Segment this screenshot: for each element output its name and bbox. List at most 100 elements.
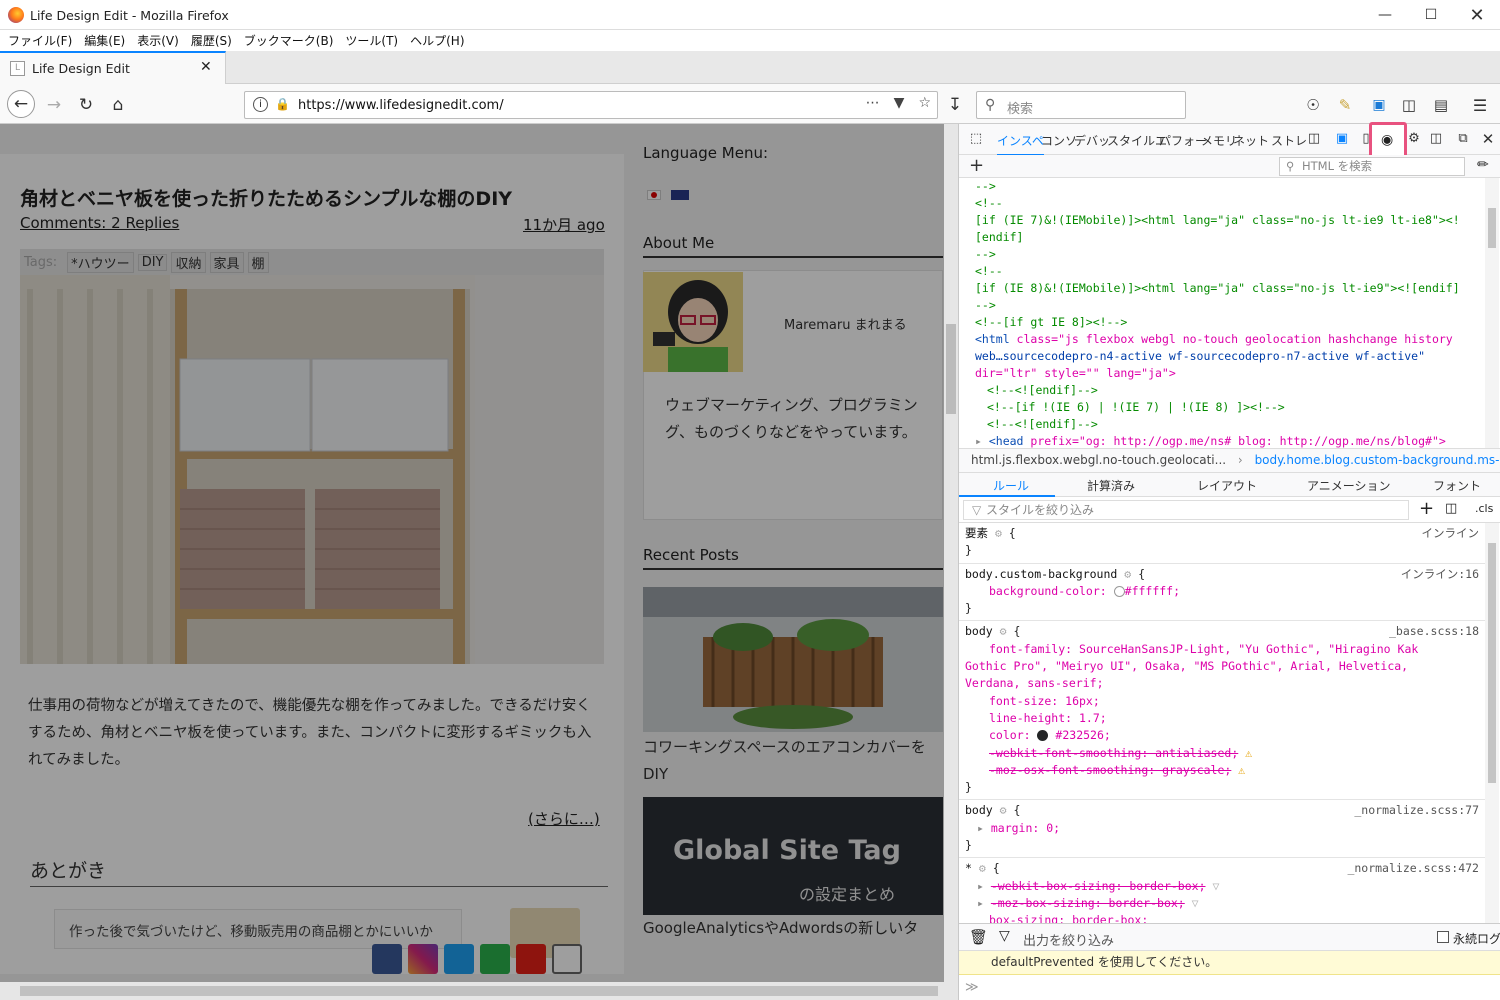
add-node-icon[interactable]: + bbox=[969, 155, 984, 176]
recent-post-2-image[interactable]: Global Site Tag の設定まとめ bbox=[643, 797, 943, 915]
devtools-settings-icon[interactable]: ⚙ bbox=[1405, 130, 1423, 148]
library-icon[interactable]: ▤ bbox=[1428, 92, 1454, 118]
scroll-thumb[interactable] bbox=[946, 324, 956, 414]
read-more-link[interactable]: (さらに…) bbox=[528, 808, 600, 829]
tab-inspector[interactable]: インスペ bbox=[997, 132, 1044, 156]
menu-tools[interactable]: ツール(T) bbox=[345, 32, 398, 49]
persist-log-checkbox[interactable] bbox=[1437, 931, 1449, 943]
cls-toggle[interactable]: .cls bbox=[1475, 502, 1493, 515]
rule-custom-background[interactable]: body.custom-background ⚙ { インライン:16 back… bbox=[959, 564, 1485, 622]
prop-name[interactable]: font-family bbox=[989, 642, 1065, 656]
page-actions-icon[interactable]: ⋯ bbox=[866, 95, 880, 111]
extension-globe-icon[interactable]: ☉ bbox=[1300, 92, 1326, 118]
split-console-icon[interactable]: ▣ bbox=[1333, 130, 1351, 148]
color-swatch-icon[interactable] bbox=[1037, 730, 1049, 742]
browser-tab[interactable]: L Life Design Edit ✕ bbox=[0, 51, 226, 84]
rule-body-base[interactable]: body ⚙ { _base.scss:18 font-family: Sour… bbox=[959, 621, 1485, 801]
prop-value[interactable]: SourceHanSansJP-Light, "Yu Gothic", "Hir… bbox=[1079, 642, 1418, 656]
url-text[interactable]: https://www.lifedesignedit.com/ bbox=[298, 98, 504, 113]
page-vertical-scrollbar[interactable] bbox=[944, 124, 958, 982]
menu-view[interactable]: 表示(V) bbox=[137, 32, 179, 49]
scroll-thumb[interactable] bbox=[20, 986, 938, 996]
prop-moz-box-sizing[interactable]: -moz-box-sizing: border-box; bbox=[991, 896, 1185, 910]
close-icon[interactable]: ✕ bbox=[1454, 0, 1500, 30]
minimize-icon[interactable]: — bbox=[1362, 0, 1408, 30]
tab-rules[interactable]: ルール bbox=[993, 477, 1029, 494]
tab-layout[interactable]: レイアウト bbox=[1197, 477, 1257, 494]
comments-link[interactable]: Comments: 2 Replies bbox=[20, 214, 179, 232]
tab-storage[interactable]: ストレ bbox=[1271, 132, 1307, 149]
prop-font-size[interactable]: font-size: 16px; bbox=[965, 693, 1479, 710]
prop-line-height[interactable]: line-height: 1.7; bbox=[965, 710, 1479, 727]
menu-edit[interactable]: 編集(E) bbox=[84, 32, 125, 49]
recent-post-2-title[interactable]: GoogleAnalyticsやAdwordsの新しいタ bbox=[643, 917, 943, 939]
tag-howto[interactable]: *ハウツー bbox=[67, 251, 134, 273]
hamburger-menu-icon[interactable]: ☰ bbox=[1467, 92, 1493, 118]
camera-icon[interactable]: ◉ bbox=[1381, 132, 1393, 148]
prop-name[interactable]: background-color bbox=[989, 584, 1100, 598]
dock-side-icon[interactable]: ◫ bbox=[1427, 130, 1445, 148]
extension-icon[interactable]: ▣ bbox=[1366, 92, 1392, 118]
tab-console[interactable]: コンソ bbox=[1041, 132, 1077, 149]
search-input[interactable]: ⚲ 検索 bbox=[976, 91, 1186, 119]
prop-name[interactable]: color bbox=[989, 728, 1024, 742]
prop-box-sizing[interactable]: box-sizing: border-box; bbox=[965, 912, 1479, 923]
sidebar-icon[interactable]: ◫ bbox=[1396, 92, 1422, 118]
rule-source[interactable]: _normalize.scss:77 bbox=[1354, 802, 1479, 819]
post-featured-image[interactable] bbox=[20, 249, 604, 664]
devtools-close-icon[interactable]: ✕ bbox=[1479, 130, 1497, 148]
twitter-icon[interactable] bbox=[444, 944, 474, 974]
site-info-icon[interactable]: i bbox=[253, 97, 268, 112]
prop-webkit-box-sizing[interactable]: -webkit-box-sizing: border-box; bbox=[991, 879, 1206, 893]
breadcrumb-html[interactable]: html.js.flexbox.webgl.no-touch.geolocati… bbox=[971, 453, 1226, 467]
tag-diy[interactable]: DIY bbox=[137, 253, 168, 271]
pocket-icon[interactable]: ▼ bbox=[894, 95, 905, 111]
menu-bookmarks[interactable]: ブックマーク(B) bbox=[244, 32, 334, 49]
recent-post-1-image[interactable] bbox=[643, 587, 943, 732]
tab-fonts[interactable]: フォント bbox=[1433, 477, 1481, 494]
prop-margin[interactable]: margin: 0; bbox=[991, 821, 1060, 835]
post-title[interactable]: 角材とベニヤ板を使った折りたためるシンプルな棚のDIY bbox=[20, 184, 512, 211]
styles-filter-input[interactable]: ▽ スタイルを絞り込み bbox=[963, 500, 1409, 520]
facebook-icon[interactable] bbox=[372, 944, 402, 974]
tab-close-icon[interactable]: ✕ bbox=[200, 59, 212, 75]
frame-select-icon[interactable]: ◫ bbox=[1305, 130, 1323, 148]
menu-help[interactable]: ヘルプ(H) bbox=[410, 32, 464, 49]
filter-icon[interactable]: ▽ bbox=[1192, 896, 1199, 910]
trash-icon[interactable]: 🗑 bbox=[969, 928, 988, 946]
rules-scrollbar[interactable] bbox=[1485, 523, 1499, 923]
reload-icon[interactable]: ↻ bbox=[73, 92, 99, 118]
url-bar[interactable]: i 🔒 https://www.lifedesignedit.com/ ⋯ ▼ … bbox=[244, 91, 938, 119]
eyedropper-icon[interactable]: ✏ bbox=[1477, 157, 1489, 173]
feedly-icon[interactable] bbox=[480, 944, 510, 974]
tab-computed[interactable]: 計算済み bbox=[1087, 477, 1135, 494]
console-filter-input[interactable]: 出力を絞り込み bbox=[1023, 930, 1114, 949]
screenshot-button-highlight[interactable]: ◉ bbox=[1369, 122, 1407, 158]
scroll-thumb[interactable] bbox=[1488, 208, 1496, 248]
rule-universal[interactable]: * ⚙ { _normalize.scss:472 ▸ -webkit-box-… bbox=[959, 858, 1485, 923]
console-input[interactable]: ≫ bbox=[959, 976, 1500, 1000]
markup-view[interactable]: --> <!-- [if (IE 7)&!(IEMobile)]><html l… bbox=[959, 178, 1485, 448]
mail-icon[interactable] bbox=[552, 944, 582, 974]
maximize-icon[interactable]: ☐ bbox=[1408, 0, 1454, 30]
extension-pen-icon[interactable]: ✎ bbox=[1332, 92, 1358, 118]
head-node[interactable]: ▸ <head prefix="og: http://ogp.me/ns# bl… bbox=[975, 433, 1485, 448]
scroll-thumb[interactable] bbox=[1488, 543, 1496, 783]
prop-value[interactable]: #ffffff bbox=[1125, 584, 1173, 598]
element-picker-icon[interactable]: ⬚ bbox=[967, 130, 985, 148]
forward-arrow-icon[interactable]: → bbox=[41, 92, 67, 118]
menu-file[interactable]: ファイル(F) bbox=[8, 32, 72, 49]
separate-window-icon[interactable]: ⧉ bbox=[1454, 130, 1472, 148]
home-icon[interactable]: ⌂ bbox=[105, 92, 131, 118]
prop-moz-smoothing[interactable]: -moz-osx-font-smoothing: grayscale; bbox=[989, 763, 1231, 777]
download-icon[interactable]: ↧ bbox=[942, 92, 968, 118]
tab-performance[interactable]: パフォー bbox=[1159, 132, 1207, 149]
tab-network[interactable]: ネット bbox=[1233, 132, 1269, 149]
tag-furniture[interactable]: 家具 bbox=[209, 251, 244, 273]
prop-webkit-smoothing[interactable]: -webkit-font-smoothing: antialiased; bbox=[989, 746, 1238, 760]
filter-icon[interactable]: ▽ bbox=[1212, 879, 1219, 893]
tab-memory[interactable]: メモリ bbox=[1201, 132, 1237, 149]
tab-style-editor[interactable]: スタイルエ bbox=[1107, 132, 1167, 149]
rule-body-normalize[interactable]: body ⚙ { _normalize.scss:77 ▸ margin: 0;… bbox=[959, 800, 1485, 859]
rule-source[interactable]: インライン:16 bbox=[1401, 566, 1479, 583]
